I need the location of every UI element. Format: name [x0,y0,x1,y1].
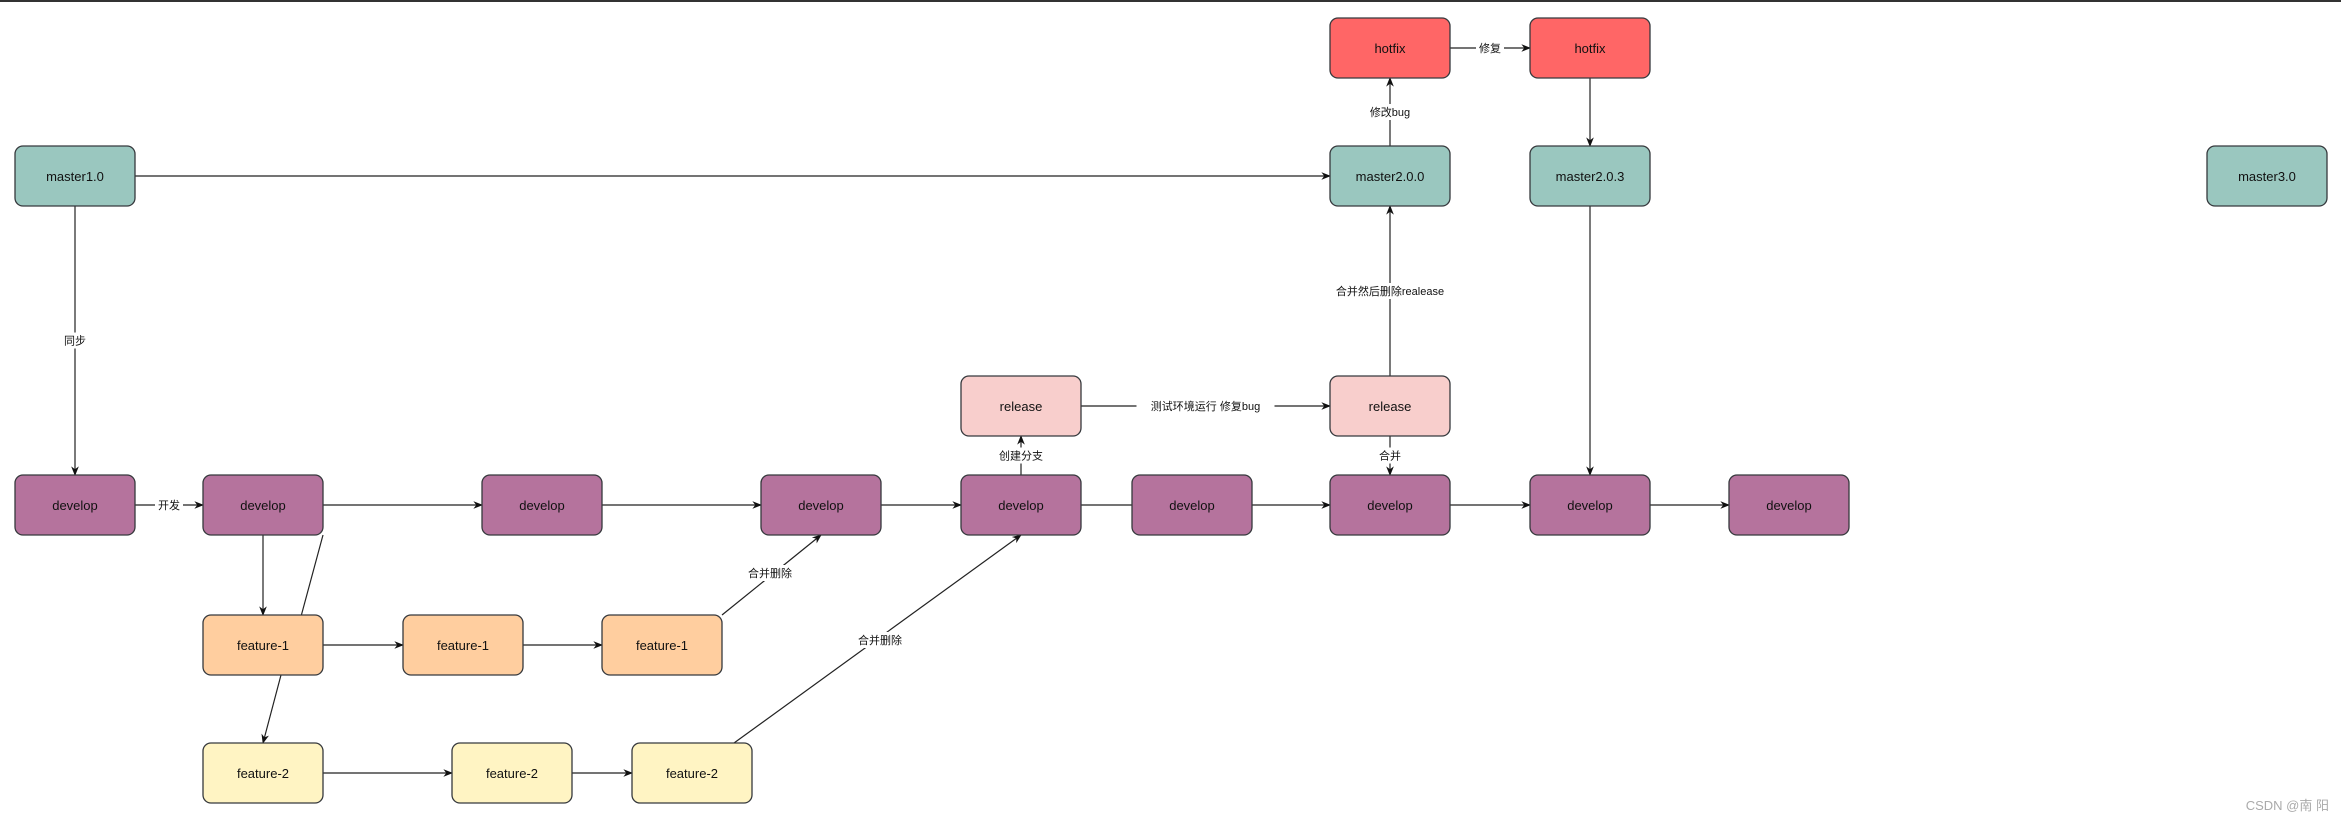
node-master[interactable]: master3.0 [2206,145,2328,207]
node-feature1[interactable]: feature-1 [601,614,723,676]
node-label: release [1369,399,1412,414]
node-label: develop [52,498,98,513]
node-master[interactable]: master2.0.0 [1329,145,1451,207]
node-master[interactable]: master2.0.3 [1529,145,1651,207]
node-develop[interactable]: develop [14,474,136,536]
edge-label: 合并删除 [858,633,902,647]
node-master[interactable]: master1.0 [14,145,136,207]
node-develop[interactable]: develop [760,474,882,536]
node-label: develop [1567,498,1613,513]
edge-label: 修复 [1479,41,1501,55]
node-label: master1.0 [46,169,104,184]
node-label: master3.0 [2238,169,2296,184]
node-develop[interactable]: develop [1131,474,1253,536]
node-label: feature-1 [437,638,489,653]
node-label: feature-1 [237,638,289,653]
node-label: develop [1766,498,1812,513]
node-develop[interactable]: develop [202,474,324,536]
edge-label: 创建分支 [999,449,1043,463]
edge-label: 同步 [64,335,86,348]
node-hotfix[interactable]: hotfix [1529,17,1651,79]
node-label: master2.0.3 [1556,169,1625,184]
edge-label: 修改bug [1370,105,1410,119]
node-label: develop [519,498,565,513]
edge-label: 合并删除 [748,566,792,580]
edge-labels-layer: 同步开发合并删除合并删除创建分支测试环境运行 修复bug合并然后删除realea… [61,40,1504,648]
edge-f1a-f2a [261,674,282,744]
node-label: feature-2 [237,766,289,781]
edge-label: 测试环境运行 修复bug [1151,399,1260,413]
node-develop[interactable]: develop [1329,474,1451,536]
watermark: CSDN @南 阳 [2245,798,2329,813]
node-label: feature-1 [636,638,688,653]
node-label: master2.0.0 [1356,169,1425,184]
node-label: feature-2 [486,766,538,781]
git-flow-diagram: master1.0 master2.0.0 master2.0.3 master3.0… [14,17,2328,804]
node-label: develop [240,498,286,513]
node-label: release [1000,399,1043,414]
node-feature1[interactable]: feature-1 [202,614,324,676]
node-feature1[interactable]: feature-1 [402,614,524,676]
node-label: develop [998,498,1044,513]
node-label: hotfix [1374,41,1406,56]
edge-label: 开发 [158,498,180,512]
node-label: feature-2 [666,766,718,781]
edge-label: 合并 [1379,449,1401,463]
edge-label: 合并然后删除realease [1336,284,1444,298]
node-hotfix[interactable]: hotfix [1329,17,1451,79]
node-label: develop [1367,498,1413,513]
edge-d2-f1a [300,534,324,616]
node-develop[interactable]: develop [1529,474,1651,536]
node-develop[interactable]: develop [1728,474,1850,536]
node-develop[interactable]: develop [481,474,603,536]
node-label: develop [798,498,844,513]
node-label: develop [1169,498,1215,513]
node-release[interactable]: release [1329,375,1451,437]
node-release[interactable]: release [960,375,1082,437]
node-develop[interactable]: develop [960,474,1082,536]
node-feature2[interactable]: feature-2 [451,742,573,804]
node-feature2[interactable]: feature-2 [202,742,324,804]
node-feature2[interactable]: feature-2 [631,742,753,804]
node-label: hotfix [1574,41,1606,56]
